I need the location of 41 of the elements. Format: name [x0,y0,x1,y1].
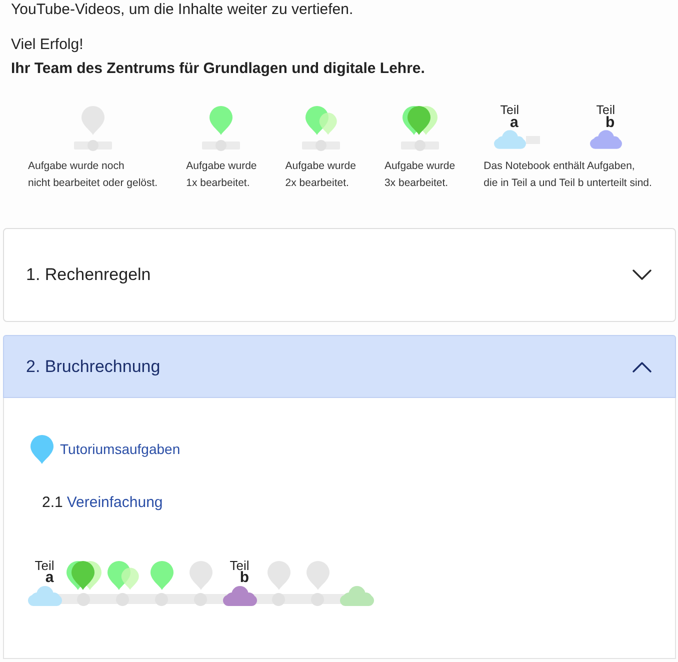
pin-icon [30,434,54,464]
part-label: Teil [596,104,616,117]
part-label: Teil [34,560,54,572]
stacked-pins-icon[interactable] [66,560,102,590]
part-letter: b [606,117,615,129]
legend-caption: Das Notebook enthält Aufgaben, die in Teil a und Teil b unterteilt sind. [484,159,652,191]
pin-icon[interactable] [188,560,212,590]
accordion-header[interactable]: 2. Bruchrechnung [3,335,676,398]
greeting-text: Viel Erfolg! [10,35,84,55]
track-node-icon [400,140,439,151]
part-label: Teil [230,560,250,572]
legend-caption: Aufgabe wurde 3x bearbeitet. [384,159,456,191]
legend-caption: Aufgabe wurde 1x bearbeitet. [186,159,257,191]
part-letter: a [45,572,54,583]
intro-text: YouTube-Videos, um die Inhalte weiter zu vertiefen. [10,0,354,20]
pin-icon[interactable] [266,560,290,590]
stacked-pins-icon [402,105,438,135]
subsection-number: 2.1 [42,493,63,513]
part-label: Teil [500,104,520,117]
part-letter: a [510,117,518,129]
pin-icon[interactable] [306,560,330,590]
pin-icon [209,105,234,135]
cloud-icon[interactable] [340,586,374,606]
subsection-link[interactable]: Vereinfachung [66,493,163,513]
chevron-up-icon [632,360,652,372]
chevron-down-icon [632,269,652,281]
accordion-header[interactable]: 1. Rechenregeln [3,228,676,322]
track-node-icon [202,140,240,151]
pin-icon[interactable] [150,560,174,590]
track-node-icon [74,140,112,151]
legend-caption: Aufgabe wurde noch nicht bearbeitet oder gelöst. [28,159,158,191]
stacked-pins-icon[interactable] [106,560,138,590]
cloud-icon[interactable] [222,586,256,606]
part-letter: b [240,572,250,583]
track-node-icon [302,140,340,151]
cloud-icon[interactable] [28,586,62,606]
track-segment-icon [526,136,540,144]
tutorial-link[interactable]: Tutoriumsaufgaben [60,440,180,458]
stacked-pins-icon [304,105,337,135]
legend-caption: Aufgabe wurde 2x bearbeitet. [285,159,356,191]
signature-text: Ihr Team des Zentrums für Grundlagen und digitale Lehre. [10,59,426,79]
